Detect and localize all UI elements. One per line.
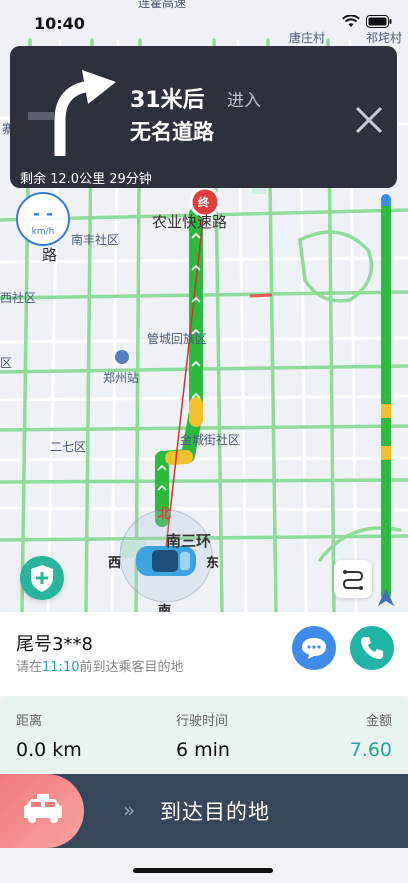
passenger-info-panel: 尾号3**8 请在11:10前到达乘客目的地: [0, 612, 408, 696]
battery-icon: [366, 15, 392, 28]
drive-time-value: 6 min: [176, 739, 230, 761]
location-arrow-icon[interactable]: [378, 588, 394, 606]
slider-handle[interactable]: [0, 774, 84, 848]
status-icons: [342, 15, 392, 28]
phone-icon: [361, 637, 383, 659]
taxi-icon: [24, 794, 62, 823]
compass-south: 南: [158, 604, 172, 612]
fare-value: 7.60: [349, 739, 392, 761]
shield-plus-icon: [31, 565, 53, 592]
close-icon[interactable]: [353, 104, 385, 136]
distance-value: 0.0 km: [16, 739, 82, 761]
message-button[interactable]: [292, 626, 336, 670]
distance-label: 距离: [16, 714, 43, 729]
stat-distance: 距离 0.0 km: [16, 710, 82, 761]
map-label-nanfeng: 南丰社区: [71, 233, 120, 247]
speed-unit: km/h: [31, 227, 55, 237]
guidance-distance: 31米后: [130, 88, 205, 113]
navigation-guidance-card: 31米后 进入 无名道路 剩余 12.0公里 29分钟: [10, 46, 397, 188]
map-label-zhengzhou-station: 郑州站: [103, 371, 140, 385]
home-area: [0, 848, 408, 883]
destination-pin: 终: [198, 196, 209, 209]
arrival-deadline-hint: 请在11:10前到达乘客目的地: [16, 656, 184, 675]
route-overview-button[interactable]: [334, 560, 372, 598]
route-switch-icon: [342, 570, 364, 590]
guidance-road-name: 无名道路: [130, 120, 214, 144]
fare-label: 金额: [365, 714, 392, 729]
turn-right-arrow-icon: [28, 70, 116, 156]
map-label-left-2: 路: [42, 246, 58, 264]
arrive-destination-slider[interactable]: » 到达目的地: [0, 774, 408, 848]
stat-fare: 金额 7.60: [350, 710, 392, 761]
map-label-nongye-road: 农业快速路: [152, 213, 228, 231]
hint-time: 11:10: [42, 660, 80, 675]
compass-north: 北: [158, 507, 172, 522]
compass-west: 西: [108, 556, 122, 571]
arrive-destination-label: 到达目的地: [160, 800, 270, 824]
map-label-left-3: 区: [0, 356, 13, 370]
hint-prefix: 请在: [16, 660, 43, 675]
speed-badge: - - km/h: [16, 192, 70, 246]
passenger-phone-tail: 尾号3**8: [16, 634, 93, 655]
hint-suffix: 前到达乘客目的地: [79, 660, 184, 675]
stat-drive-time: 行驶时间 6 min: [176, 710, 230, 761]
compass-east: 东: [206, 556, 220, 571]
remaining-distance-time: 剩余 12.0公里 29分钟: [20, 172, 152, 187]
safety-shield-button[interactable]: [20, 556, 64, 600]
status-bar: 10:40: [0, 0, 408, 46]
wifi-icon: [342, 15, 360, 27]
map-label-xiqu: 西社区: [0, 291, 37, 305]
slide-chevrons-icon: »: [123, 798, 136, 822]
map-label-erqi: 二七区: [50, 440, 87, 454]
drive-time-label: 行驶时间: [176, 714, 229, 729]
guidance-action: 进入: [227, 91, 261, 111]
call-button[interactable]: [350, 626, 394, 670]
status-time: 10:40: [34, 14, 85, 33]
trip-stats-card: 距离 0.0 km 行驶时间 6 min 金额 7.60: [0, 696, 408, 774]
map-label-jincheng: 金城街社区: [180, 433, 241, 447]
speed-value: - -: [32, 204, 54, 224]
chat-bubble-icon: [302, 638, 326, 659]
map-label-guancheng: 管城回族区: [147, 332, 208, 346]
map-label-nansanhuan: 南三环: [166, 532, 212, 550]
route-traffic-progress-bar: [381, 194, 391, 600]
home-indicator[interactable]: [133, 868, 273, 873]
